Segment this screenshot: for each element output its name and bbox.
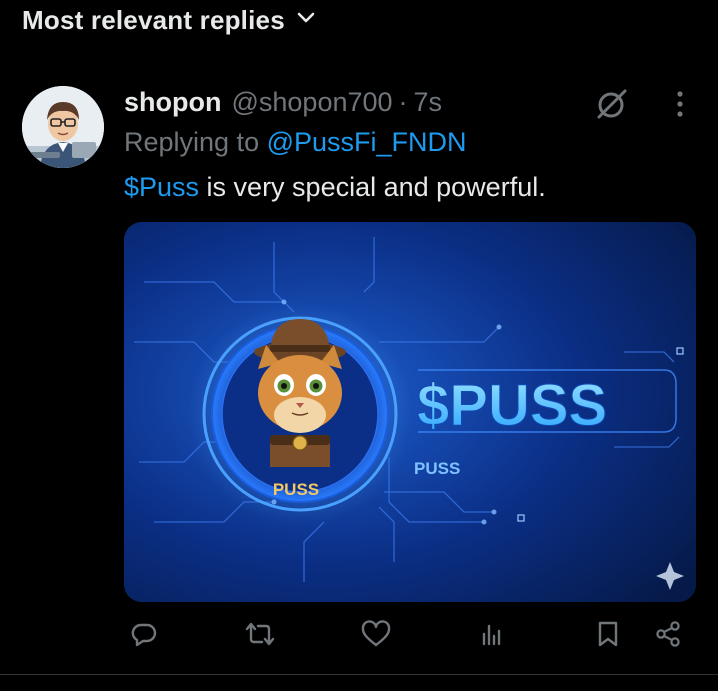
share-button[interactable] [648, 616, 688, 656]
separator-dot: · [398, 86, 408, 117]
post-media-image[interactable]: PUSS $PUSS PUSS [124, 222, 696, 602]
bookmark-button[interactable] [588, 616, 628, 656]
repost-button[interactable] [240, 616, 280, 656]
display-name[interactable]: shopon [124, 87, 221, 118]
post-header: shopon @shopon700 · 7s [124, 84, 442, 120]
views-icon [478, 620, 506, 653]
replying-to-line: Replying to @PussFi_FNDN [124, 127, 467, 158]
post-action-bar [124, 616, 696, 656]
bookmark-icon [595, 620, 621, 653]
views-button[interactable] [472, 616, 512, 656]
replying-to-mention[interactable]: @PussFi_FNDN [267, 127, 467, 157]
replying-to-prefix: Replying to [124, 127, 260, 157]
repost-icon [245, 620, 275, 653]
like-button[interactable] [356, 616, 396, 656]
grok-icon[interactable] [594, 86, 630, 122]
replies-sort-label: Most relevant replies [22, 4, 285, 35]
divider [0, 674, 718, 675]
post-text: $Puss is very special and powerful. [124, 172, 546, 203]
more-options-icon[interactable] [666, 86, 694, 122]
chevron-down-icon [297, 11, 315, 30]
media-headline: $PUSS [417, 373, 607, 438]
cashtag-link[interactable]: $Puss [124, 172, 199, 202]
media-sub-label: PUSS [414, 459, 460, 478]
share-icon [654, 620, 682, 653]
coin-label: PUSS [273, 480, 319, 499]
replies-sort-dropdown[interactable]: Most relevant replies [22, 4, 315, 36]
user-handle[interactable]: @shopon700 [231, 87, 392, 118]
post-timestamp[interactable]: 7s [414, 87, 443, 118]
post-text-body: is very special and powerful. [199, 172, 546, 202]
reply-icon [130, 620, 158, 653]
avatar[interactable] [22, 86, 104, 168]
heart-icon [361, 619, 391, 653]
reply-button[interactable] [124, 616, 164, 656]
